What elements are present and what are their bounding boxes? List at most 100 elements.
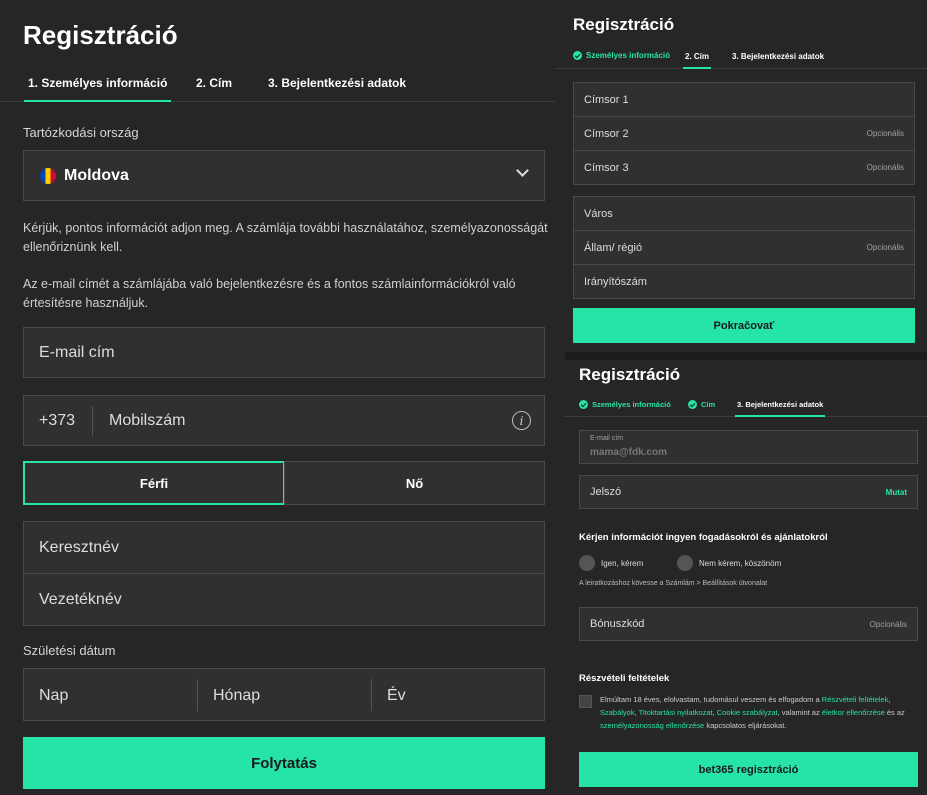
check-icon <box>688 400 697 409</box>
bonus-code-optional: Opcionális <box>869 619 907 629</box>
info-icon[interactable]: i <box>512 411 531 430</box>
show-password-button[interactable]: Mutat <box>886 488 907 497</box>
login-tab-personal[interactable]: Személyes információ <box>579 400 671 409</box>
address-line-3-input[interactable]: Címsor 3 Opcionális <box>573 150 915 185</box>
check-icon <box>579 400 588 409</box>
unsubscribe-note: A leiratkozáshoz kövesse a Számlám > Beá… <box>579 580 768 587</box>
terms-link-cookie[interactable]: Cookie szabályzat <box>717 708 778 717</box>
gender-female-button[interactable]: Nő <box>284 461 545 505</box>
phone-divider <box>92 406 93 436</box>
dob-input-group: Nap Hónap Év <box>23 668 545 721</box>
address-panel: Regisztráció Személyes információ 2. Cím… <box>555 0 927 352</box>
left-tab-login[interactable]: 3. Bejelentkezési adatok <box>268 76 406 90</box>
terms-link-privacy[interactable]: Titoktartási nyilatkozat <box>639 708 713 717</box>
password-label: Jelszó <box>590 486 622 498</box>
address-tab-personal-label: Személyes információ <box>586 51 671 60</box>
login-email-input[interactable]: E-mail cím mama@fdk.com <box>579 430 918 464</box>
login-tab-address-label: Cím <box>701 400 716 409</box>
left-tab-bar: 1. Személyes információ 2. Cím 3. Bejele… <box>0 70 565 102</box>
zip-label: Irányítószám <box>584 275 647 288</box>
address-tab-personal[interactable]: Személyes információ <box>573 51 670 60</box>
login-tab-bar: Személyes információ Cím 3. Bejelentkezé… <box>564 393 927 417</box>
gender-female-label: Nő <box>405 475 424 491</box>
gender-male-button[interactable]: Férfi <box>23 461 285 505</box>
offers-heading: Kérjen információt ingyen fogadásokról é… <box>579 532 828 543</box>
city-label: Város <box>584 207 613 220</box>
terms-text-1: Elmúltam 18 éves, elolvastam, tudomásul … <box>600 695 822 704</box>
address-line-3-optional: Opcionális <box>866 163 904 172</box>
terms-text-6: és az <box>884 708 905 717</box>
last-name-input[interactable]: Vezetéknév <box>23 573 545 626</box>
state-label: Állam/ régió <box>584 241 643 254</box>
country-value: Moldova <box>64 166 129 184</box>
terms-link-age-verification[interactable]: életkor ellenőrzése <box>822 708 885 717</box>
login-tab-personal-label: Személyes információ <box>592 400 671 409</box>
register-button[interactable]: bet365 regisztráció <box>579 752 918 787</box>
terms-text-7: kapcsolatos eljárásokat. <box>704 721 787 730</box>
radio-yes[interactable] <box>579 555 595 571</box>
dob-divider-1 <box>197 679 198 711</box>
first-name-input[interactable]: Keresztnév <box>23 521 545 574</box>
terms-text-2: , <box>888 695 891 704</box>
offers-yes-option[interactable]: Igen, kérem <box>579 555 643 571</box>
address-line-2-optional: Opcionális <box>866 129 904 138</box>
address-line-2-input[interactable]: Címsor 2 Opcionális <box>573 116 915 151</box>
phone-placeholder: Mobilszám <box>109 412 186 429</box>
dob-day[interactable]: Nap <box>39 687 68 705</box>
bonus-code-input[interactable]: Bónuszkód Opcionális <box>579 607 918 641</box>
left-registration-panel: Regisztráció 1. Személyes információ 2. … <box>0 0 565 795</box>
terms-link-participation[interactable]: Részvételi feltételek <box>822 695 889 704</box>
bonus-code-label: Bónuszkód <box>590 618 645 630</box>
address-tab-address[interactable]: 2. Cím <box>683 52 712 69</box>
continue-button[interactable]: Folytatás <box>23 737 545 789</box>
dob-year[interactable]: Év <box>387 687 406 705</box>
left-tab-address[interactable]: 2. Cím <box>196 76 232 90</box>
moldova-flag-icon <box>40 167 56 184</box>
radio-no[interactable] <box>677 555 693 571</box>
address-title: Regisztráció <box>573 15 675 34</box>
dob-month[interactable]: Hónap <box>213 687 260 705</box>
dob-label: Születési dátum <box>23 643 116 658</box>
offers-yes-label: Igen, kérem <box>601 558 644 568</box>
terms-link-rules[interactable]: Szabályok <box>600 708 635 717</box>
city-input[interactable]: Város <box>573 196 915 231</box>
terms-text: Elmúltam 18 éves, elolvastam, tudomásul … <box>600 693 920 732</box>
left-tab-personal[interactable]: 1. Személyes információ <box>24 76 172 102</box>
address-tab-login[interactable]: 3. Bejelentkezési adatok <box>732 52 824 61</box>
offers-no-label: Nem kérem, köszönöm <box>699 558 782 568</box>
left-title: Regisztráció <box>23 20 178 50</box>
email-placeholder: E-mail cím <box>39 343 115 361</box>
country-select[interactable]: Moldova <box>23 150 545 201</box>
info-text-2: Az e-mail címét a számlájába való bejele… <box>23 277 516 310</box>
check-icon <box>573 51 582 60</box>
login-panel: Regisztráció Személyes információ Cím 3.… <box>564 360 927 795</box>
phone-prefix[interactable]: +373 <box>39 412 75 430</box>
address-line-1-label: Címsor 1 <box>584 93 629 106</box>
state-input[interactable]: Állam/ régió Opcionális <box>573 230 915 265</box>
login-email-label: E-mail cím <box>590 435 624 442</box>
last-name-placeholder: Vezetéknév <box>39 590 122 608</box>
zip-input[interactable]: Irányítószám <box>573 264 915 299</box>
state-optional: Opcionális <box>866 243 904 252</box>
terms-text-5: , valamint az <box>777 708 822 717</box>
country-label: Tartózkodási ország <box>23 125 139 140</box>
terms-link-identity-verification[interactable]: személyazonosság ellenőrzése <box>600 721 704 730</box>
gender-male-label: Férfi <box>139 475 169 491</box>
address-line-3-label: Címsor 3 <box>584 161 629 174</box>
address-tab-bar: Személyes információ 2. Cím 3. Bejelentk… <box>555 45 927 69</box>
address-line-1-input[interactable]: Címsor 1 <box>573 82 915 117</box>
password-input[interactable]: Jelszó Mutat <box>579 475 918 509</box>
login-title: Regisztráció <box>579 365 681 384</box>
info-text-1: Kérjük, pontos információt adjon meg. A … <box>23 221 548 254</box>
address-line-2-label: Címsor 2 <box>584 127 629 140</box>
dob-divider-2 <box>371 679 372 711</box>
terms-heading: Részvételi feltételek <box>579 673 670 684</box>
chevron-down-icon <box>516 164 529 177</box>
offers-no-option[interactable]: Nem kérem, köszönöm <box>677 555 781 571</box>
address-continue-button[interactable]: Pokračovať <box>573 308 915 343</box>
phone-input[interactable]: +373 Mobilszám i <box>23 395 545 446</box>
email-input[interactable]: E-mail cím <box>23 327 545 378</box>
terms-checkbox[interactable] <box>579 695 592 708</box>
login-tab-login[interactable]: 3. Bejelentkezési adatok <box>735 400 826 417</box>
login-tab-address[interactable]: Cím <box>688 400 715 409</box>
